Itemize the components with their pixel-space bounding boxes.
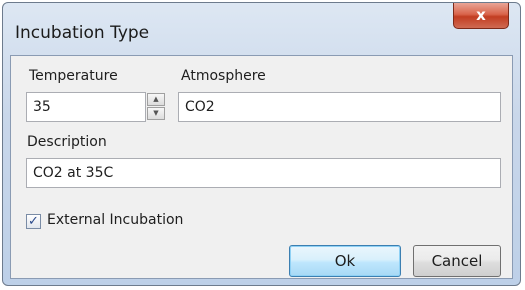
cancel-button[interactable]: Cancel xyxy=(413,245,501,277)
atmosphere-field[interactable]: CO2 xyxy=(178,92,501,122)
external-incubation-label[interactable]: External Incubation xyxy=(47,212,183,228)
arrow-up-icon: ▲ xyxy=(153,95,159,103)
atmosphere-label: Atmosphere xyxy=(181,68,266,84)
spin-up-button[interactable]: ▲ xyxy=(147,93,165,106)
incubation-type-dialog: Incubation Type x Temperature 35 ▲ ▼ Atm… xyxy=(2,2,521,286)
temperature-label: Temperature xyxy=(29,68,118,84)
dialog-title: Incubation Type xyxy=(15,23,150,43)
close-button[interactable]: x xyxy=(453,3,509,29)
close-icon: x xyxy=(476,6,486,24)
temperature-stepper[interactable]: ▲ ▼ xyxy=(147,92,167,122)
description-label: Description xyxy=(27,134,107,150)
dialog-body: Temperature 35 ▲ ▼ Atmosphere CO2 Descri… xyxy=(10,55,513,279)
ok-button[interactable]: Ok xyxy=(289,245,401,277)
spin-down-button[interactable]: ▼ xyxy=(147,107,165,120)
checkmark-icon: ✓ xyxy=(28,214,39,229)
arrow-down-icon: ▼ xyxy=(153,109,159,117)
external-incubation-checkbox[interactable]: ✓ xyxy=(26,214,41,229)
temperature-field[interactable]: 35 xyxy=(26,92,146,122)
title-bar[interactable]: Incubation Type x xyxy=(3,3,520,55)
description-field[interactable]: CO2 at 35C xyxy=(26,158,501,188)
